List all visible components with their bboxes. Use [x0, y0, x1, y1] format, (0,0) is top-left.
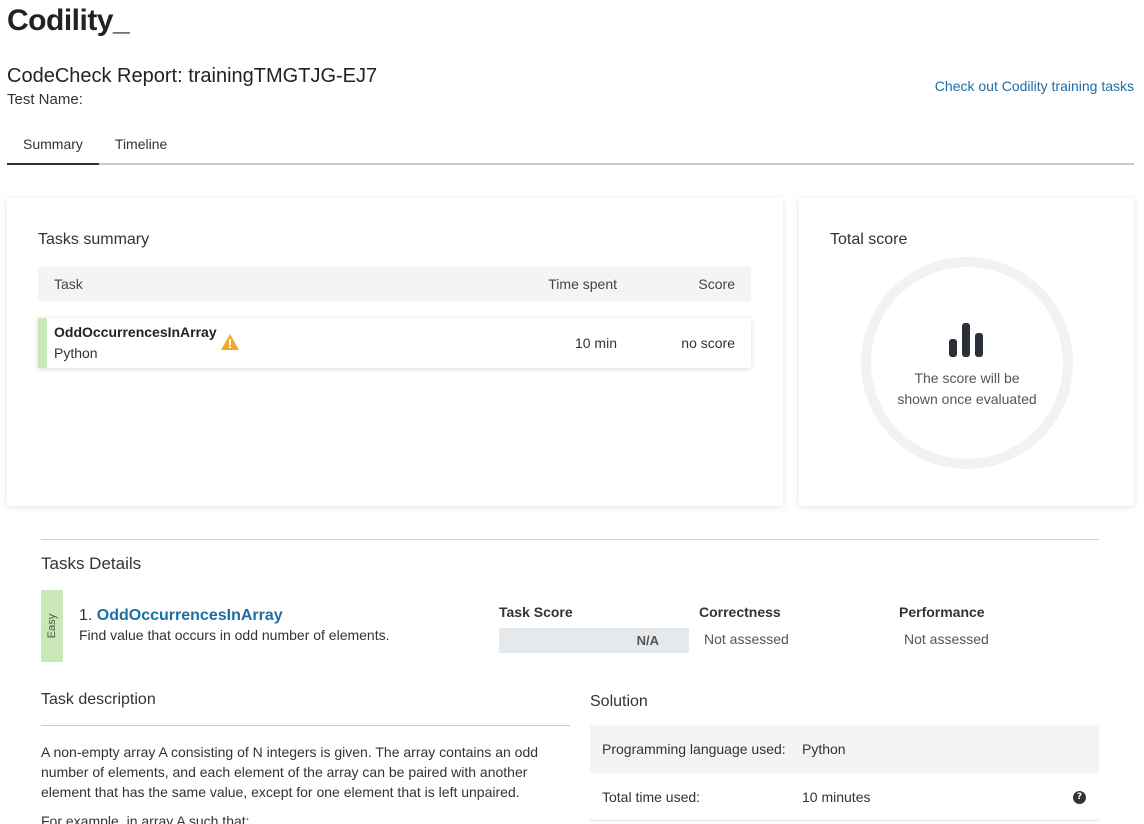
solution-time-row: Total time used: 10 minutes ? — [590, 773, 1099, 821]
tasks-table-header: Task Time spent Score — [38, 267, 751, 301]
task-score: no score — [681, 335, 735, 351]
time-used-label: Total time used: — [602, 789, 701, 805]
task-subtitle: Find value that occurs in odd number of … — [79, 627, 390, 643]
difficulty-badge: Easy — [41, 590, 63, 662]
codility-logo[interactable]: Codility_ — [7, 4, 130, 38]
correctness-value: Not assessed — [704, 631, 789, 647]
score-pending-message: The score will be shown once evaluated — [897, 370, 1037, 407]
total-score-card: Total score The score will be shown once… — [799, 198, 1134, 506]
language-label: Programming language used: — [602, 741, 786, 757]
total-score-title: Total score — [830, 231, 908, 248]
training-tasks-link[interactable]: Check out Codility training tasks — [935, 78, 1134, 94]
time-used-value: 10 minutes — [802, 789, 871, 805]
warning-icon[interactable] — [221, 334, 239, 350]
solution-language-row: Programming language used: Python — [590, 725, 1099, 773]
col-task-header: Task — [54, 276, 83, 292]
tasks-details-title: Tasks Details — [41, 554, 142, 573]
section-divider — [41, 539, 1099, 540]
task-details-link[interactable]: OddOccurrencesInArray — [97, 607, 283, 624]
solution-title: Solution — [590, 693, 648, 710]
score-ring — [861, 257, 1073, 469]
correctness-label: Correctness — [699, 604, 781, 620]
task-description-text: A non-empty array A consisting of N inte… — [41, 744, 539, 800]
task-time-spent: 10 min — [574, 335, 617, 351]
task-description-title: Task description — [41, 691, 156, 708]
task-description-divider — [41, 725, 570, 726]
tab-timeline[interactable]: Timeline — [99, 128, 183, 165]
performance-label: Performance — [899, 604, 985, 620]
task-name[interactable]: OddOccurrencesInArray — [54, 324, 217, 340]
question-circle-icon[interactable]: ? — [1073, 791, 1086, 804]
task-details-heading: 1. OddOccurrencesInArray — [79, 607, 283, 624]
language-value: Python — [802, 741, 846, 757]
test-name-label: Test Name: — [7, 91, 83, 108]
page-title: CodeCheck Report: trainingTMGTJG-EJ7 — [7, 65, 378, 87]
task-description-text-2: For example, in array A such that: — [41, 813, 250, 824]
task-language: Python — [54, 345, 98, 361]
tab-summary[interactable]: Summary — [7, 128, 99, 165]
col-score-header: Score — [698, 276, 735, 292]
task-score-bar: N/A — [499, 628, 689, 653]
table-row[interactable]: OddOccurrencesInArray Python 10 min no s… — [38, 318, 751, 368]
tasks-summary-card: Tasks summary Task Time spent Score OddO… — [7, 198, 783, 506]
task-score-label: Task Score — [499, 604, 573, 620]
col-time-header: Time spent — [548, 276, 617, 292]
report-tabs: Summary Timeline — [7, 128, 1134, 165]
tasks-summary-title: Tasks summary — [38, 231, 150, 248]
bar-chart-icon — [949, 323, 983, 357]
performance-value: Not assessed — [904, 631, 989, 647]
